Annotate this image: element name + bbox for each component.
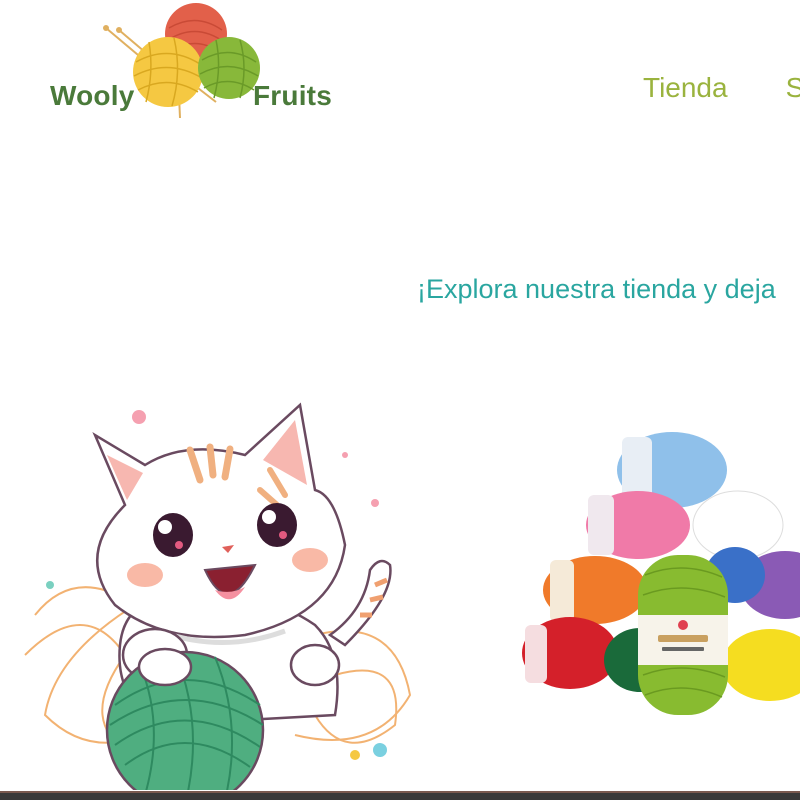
main-nav: Tienda S xyxy=(643,72,800,104)
brand-logo[interactable]: Wooly Fruits xyxy=(44,0,344,125)
nav-link-second[interactable]: S xyxy=(786,72,800,104)
brand-word-left: Wooly xyxy=(50,80,135,111)
page: Wooly Fruits Tienda S ¡Explora nuestra t… xyxy=(0,0,800,800)
nav-link-tienda[interactable]: Tienda xyxy=(643,72,728,104)
brand-word-right: Fruits xyxy=(253,80,332,111)
hero-tagline: ¡Explora nuestra tienda y deja xyxy=(417,274,776,304)
cat-with-yarn-ball-icon xyxy=(15,395,425,800)
bottom-bar xyxy=(0,791,800,800)
yarn-skeins-stack-icon xyxy=(510,425,800,725)
